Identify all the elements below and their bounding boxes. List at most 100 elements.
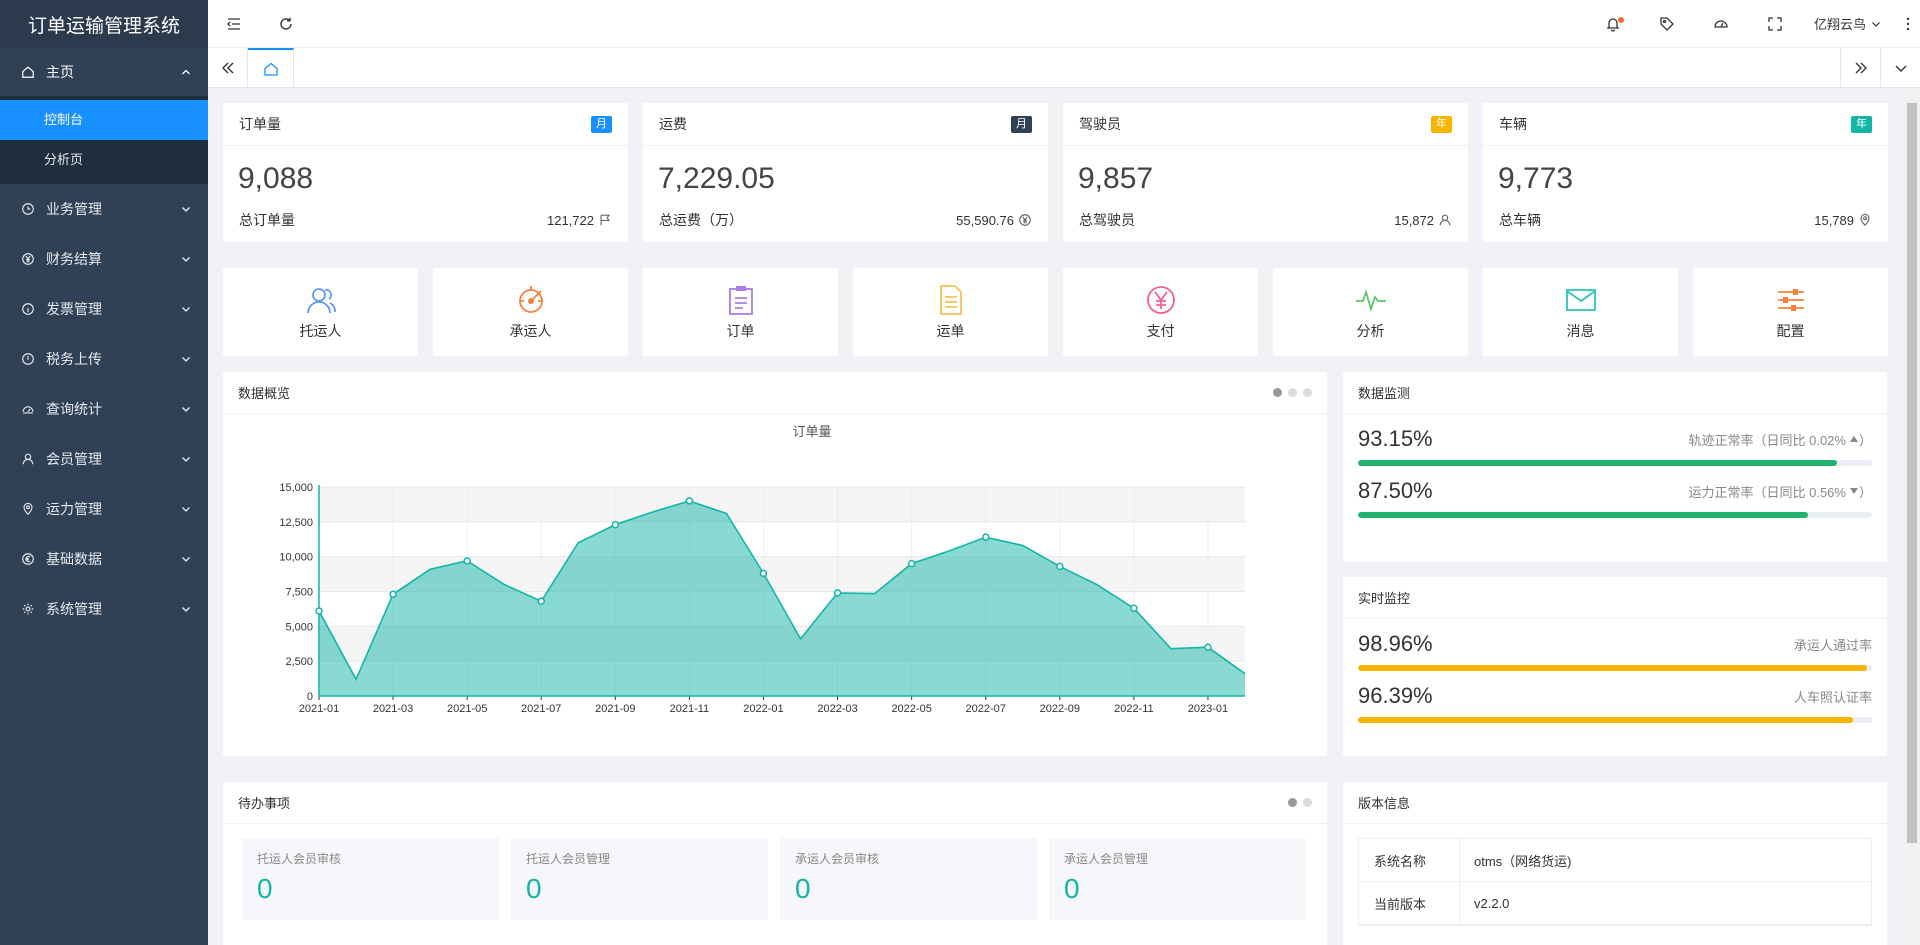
- app-title: 订单运输管理系统: [0, 0, 208, 48]
- double-chevron-left-icon: [221, 62, 233, 73]
- sidebar-item-1[interactable]: 财务结算: [0, 234, 208, 284]
- x-tick-label: 2022-09: [1040, 703, 1080, 715]
- stat-header: 车辆 年: [1483, 103, 1888, 146]
- sidebar-item-5[interactable]: 会员管理: [0, 434, 208, 484]
- location-icon: [1854, 213, 1872, 227]
- fullscreen-button[interactable]: [1748, 0, 1802, 48]
- sidebar-item-label: 运力管理: [46, 501, 102, 517]
- progress-row: 93.15% 轨迹正常率（日同比 0.02%）: [1343, 414, 1887, 466]
- stat-title: 运费: [659, 116, 687, 132]
- stat-total-value: 15,789: [1814, 212, 1854, 228]
- chevron-down-icon: [182, 407, 190, 412]
- pulse-icon: [1355, 288, 1386, 313]
- quick-link-label: 分析: [1356, 323, 1385, 339]
- sidebar-item-label: 发票管理: [46, 301, 102, 317]
- user-menu[interactable]: 亿翔云鸟: [1802, 14, 1896, 33]
- tabs-scroll-right-button[interactable]: [1840, 48, 1880, 87]
- tab-home[interactable]: [248, 48, 294, 87]
- quick-link-7[interactable]: 配置: [1693, 268, 1888, 356]
- data-point: [611, 520, 620, 529]
- progress-value: 93.15%: [1358, 426, 1433, 451]
- quick-link-0[interactable]: 托运人: [223, 268, 418, 356]
- sidebar-subitem-console[interactable]: 控制台: [0, 100, 208, 140]
- todo-panel: 待办事项 托运人会员审核 0 托运人会员管理 0 承运人会员审核 0 承运人会员管理 0: [223, 782, 1327, 945]
- tabs-dropdown-button[interactable]: [1880, 48, 1920, 87]
- refresh-button[interactable]: [260, 0, 312, 48]
- sidebar-item-0[interactable]: 业务管理: [0, 184, 208, 234]
- sidebar-item-6[interactable]: 运力管理: [0, 484, 208, 534]
- quick-link-2[interactable]: 订单: [643, 268, 838, 356]
- version-key: 当前版本: [1359, 882, 1460, 924]
- quick-link-4[interactable]: 支付: [1063, 268, 1258, 356]
- series-area: [319, 500, 1245, 696]
- panel-header: 数据监测: [1343, 372, 1887, 414]
- stat-total-label: 总车辆: [1499, 212, 1541, 228]
- clipboard-icon: [728, 286, 753, 315]
- stat-footer: 总驾驶员 15,872: [1063, 210, 1468, 230]
- stat-title: 驾驶员: [1079, 116, 1121, 132]
- theme-button[interactable]: [1694, 0, 1748, 48]
- carousel-dots[interactable]: [1273, 388, 1312, 397]
- todo-count: 0: [1064, 873, 1080, 904]
- todo-item[interactable]: 托运人会员管理 0: [511, 838, 768, 920]
- todo-item[interactable]: 托运人会员审核 0: [242, 838, 499, 920]
- info-circle-icon: [20, 301, 36, 317]
- sidebar-item-label: 查询统计: [46, 401, 102, 417]
- users-icon: [306, 288, 336, 314]
- data-point: [537, 597, 545, 606]
- version-value: otms（网络货运): [1474, 853, 1572, 869]
- sidebar-item-8[interactable]: 系统管理: [0, 584, 208, 634]
- topbar: 亿翔云鸟: [208, 0, 1920, 48]
- chevron-down-icon: [182, 257, 190, 262]
- chart-title: 订单量: [792, 424, 831, 439]
- quick-link-3[interactable]: 运单: [853, 268, 1048, 356]
- progress-label: 运力正常率（日同比 0.56%: [1688, 484, 1846, 500]
- todo-item[interactable]: 承运人会员管理 0: [1049, 838, 1306, 920]
- vertical-scrollbar[interactable]: [1904, 89, 1920, 945]
- refresh-icon: [280, 17, 292, 30]
- chevron-down-icon: [182, 507, 190, 512]
- x-tick-label: 2022-05: [891, 703, 931, 715]
- x-tick-label: 2021-07: [521, 703, 561, 715]
- tabs-scroll-left-button[interactable]: [208, 48, 248, 87]
- collapse-sidebar-button[interactable]: [208, 0, 260, 48]
- sidebar-item-2[interactable]: 发票管理: [0, 284, 208, 334]
- user-icon: [1434, 213, 1452, 227]
- quick-link-1[interactable]: 承运人: [433, 268, 628, 356]
- notification-button[interactable]: [1586, 0, 1640, 48]
- overview-panel: 数据概览 订单量 0 2,500 5,000 7,500 10,000 12,500 15,0…: [223, 372, 1327, 756]
- tag-button[interactable]: [1640, 0, 1694, 48]
- period-badge: 月: [1011, 115, 1032, 133]
- progress-label: 轨迹正常率（日同比 0.02%: [1688, 432, 1846, 448]
- scrollbar-thumb[interactable]: [1907, 103, 1917, 843]
- more-vertical-icon: [1906, 17, 1910, 30]
- carousel-dots[interactable]: [1288, 798, 1312, 807]
- sidebar-item-4[interactable]: 查询统计: [0, 384, 208, 434]
- sidebar-item-home[interactable]: 主页: [0, 48, 208, 96]
- todo-label: 承运人会员管理: [1064, 852, 1149, 866]
- todo-item[interactable]: 承运人会员审核 0: [780, 838, 1037, 920]
- y-tick-label: 15,000: [279, 482, 313, 494]
- stat-title: 车辆: [1499, 116, 1527, 132]
- period-badge: 月: [591, 115, 612, 133]
- sidebar-subitem-analysis[interactable]: 分析页: [0, 140, 208, 180]
- chevron-down-icon: [182, 607, 190, 612]
- progress-bar: [1358, 717, 1872, 723]
- stat-header: 驾驶员 年: [1063, 103, 1468, 146]
- quick-link-label: 运单: [936, 323, 965, 339]
- quick-link-5[interactable]: 分析: [1273, 268, 1468, 356]
- progress-value: 98.96%: [1358, 631, 1433, 656]
- sidebar-item-7[interactable]: 基础数据: [0, 534, 208, 584]
- clock-icon: [20, 201, 36, 217]
- panel-header: 待办事项: [223, 782, 1327, 824]
- quick-link-6[interactable]: 消息: [1483, 268, 1678, 356]
- sidebar-item-label: 系统管理: [46, 601, 102, 617]
- fullscreen-icon: [1768, 16, 1782, 31]
- euro-circle-icon: [20, 551, 36, 567]
- x-tick-label: 2021-03: [373, 703, 413, 715]
- more-options-button[interactable]: [1896, 17, 1920, 31]
- x-tick-label: 2022-01: [743, 703, 783, 715]
- sidebar-item-3[interactable]: 税务上传: [0, 334, 208, 384]
- quick-link-label: 支付: [1146, 323, 1175, 339]
- data-point: [1204, 643, 1212, 651]
